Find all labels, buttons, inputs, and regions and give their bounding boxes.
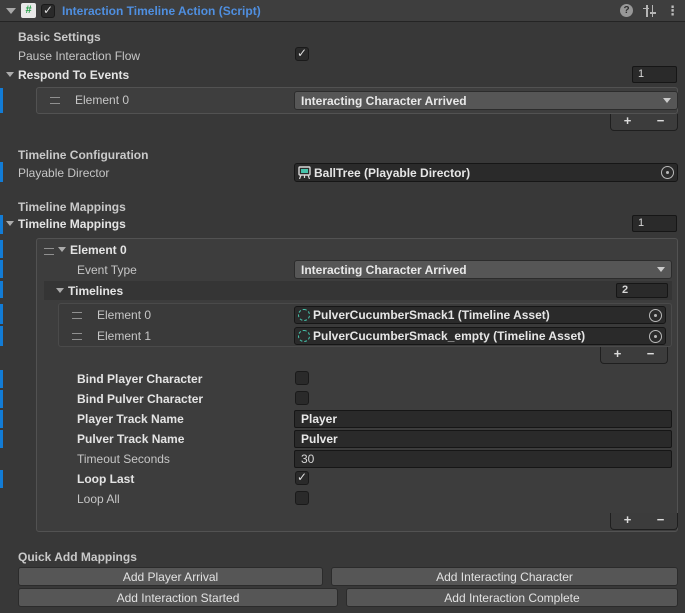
drag-handle-icon[interactable]: [44, 248, 54, 255]
event-type-label: Event Type: [77, 262, 137, 278]
respond-list-footer: + −: [610, 114, 678, 131]
override-indicator: [0, 430, 3, 448]
bind-pulver-character-checkbox[interactable]: [295, 391, 309, 405]
timelines-foldout-icon[interactable]: [56, 288, 64, 293]
loop-last-checkbox[interactable]: [295, 471, 309, 485]
respond-to-events-foldout-icon[interactable]: [6, 72, 14, 77]
respond-to-events-count-field[interactable]: 1: [632, 66, 677, 83]
add-element-button[interactable]: +: [611, 114, 644, 130]
add-mapping-button[interactable]: +: [611, 513, 644, 529]
timeline-asset-icon: [298, 330, 310, 342]
playable-director-value: BallTree (Playable Director): [314, 166, 470, 180]
timeline-element-label: Element 0: [97, 307, 151, 323]
timelines-title: Timelines: [68, 283, 123, 299]
respond-element-dropdown[interactable]: Interacting Character Arrived: [294, 91, 678, 110]
timeline-mappings-title: Timeline Mappings: [18, 216, 126, 232]
add-interacting-character-button[interactable]: Add Interacting Character: [331, 567, 678, 586]
unity-inspector-panel: # Interaction Timeline Action (Script) ?…: [0, 0, 685, 613]
help-icon[interactable]: ?: [620, 4, 633, 17]
playable-director-label: Playable Director: [18, 165, 109, 181]
respond-element-label: Element 0: [75, 92, 129, 108]
timeline-asset-icon: [298, 309, 310, 321]
override-indicator: [0, 304, 3, 324]
more-options-icon[interactable]: ⋮: [666, 3, 679, 19]
playable-director-icon: [298, 166, 311, 179]
presets-icon[interactable]: [643, 5, 656, 17]
timelines-count-field[interactable]: 2: [616, 283, 668, 298]
player-track-name-label: Player Track Name: [77, 411, 184, 427]
timeline-mappings-count-field[interactable]: 1: [632, 215, 677, 232]
drag-handle-icon[interactable]: [72, 312, 82, 319]
override-indicator: [0, 260, 3, 278]
override-indicator: [0, 240, 3, 258]
respond-element-dropdown-value: Interacting Character Arrived: [301, 94, 467, 108]
loop-all-checkbox[interactable]: [295, 491, 309, 505]
remove-mapping-button[interactable]: −: [644, 513, 677, 529]
csharp-script-icon: #: [21, 3, 36, 18]
event-type-dropdown-value: Interacting Character Arrived: [301, 263, 467, 277]
override-indicator: [0, 470, 3, 488]
override-indicator: [0, 410, 3, 428]
object-picker-icon[interactable]: [661, 166, 674, 179]
timeout-seconds-label: Timeout Seconds: [77, 451, 170, 467]
component-header: # Interaction Timeline Action (Script) ?…: [0, 0, 685, 22]
timeline-element-label: Element 1: [97, 328, 151, 344]
pause-interaction-flow-label: Pause Interaction Flow: [18, 48, 140, 64]
timeline-asset-value: PulverCucumberSmack1 (Timeline Asset): [313, 308, 550, 322]
override-indicator: [0, 390, 3, 408]
add-interaction-started-button[interactable]: Add Interaction Started: [18, 588, 338, 607]
timeline-mappings-list-footer: + −: [610, 513, 678, 530]
component-title: Interaction Timeline Action (Script): [62, 4, 261, 18]
timeline-mappings-foldout-icon[interactable]: [6, 221, 14, 226]
pause-interaction-flow-checkbox[interactable]: [295, 47, 309, 61]
override-indicator: [0, 88, 3, 113]
timeline-asset-field[interactable]: PulverCucumberSmack_empty (Timeline Asse…: [294, 327, 666, 345]
object-picker-icon[interactable]: [649, 330, 662, 343]
add-player-arrival-button[interactable]: Add Player Arrival: [18, 567, 323, 586]
drag-handle-icon[interactable]: [50, 97, 60, 104]
timeout-seconds-field[interactable]: 30: [294, 450, 672, 468]
basic-settings-section-label: Basic Settings: [18, 29, 101, 45]
add-timeline-button[interactable]: +: [601, 347, 634, 363]
timeline-asset-field[interactable]: PulverCucumberSmack1 (Timeline Asset): [294, 306, 666, 324]
add-interaction-complete-button[interactable]: Add Interaction Complete: [346, 588, 678, 607]
remove-timeline-button[interactable]: −: [634, 347, 667, 363]
timelines-list-footer: + −: [600, 347, 668, 364]
override-indicator: [0, 162, 3, 182]
pulver-track-name-field[interactable]: Pulver: [294, 430, 672, 448]
remove-element-button[interactable]: −: [644, 114, 677, 130]
quick-add-mappings-section-label: Quick Add Mappings: [18, 549, 137, 565]
mapping-element-foldout-icon[interactable]: [58, 247, 66, 252]
bind-pulver-character-label: Bind Pulver Character: [77, 391, 203, 407]
bind-player-character-label: Bind Player Character: [77, 371, 202, 387]
drag-handle-icon[interactable]: [72, 333, 82, 340]
playable-director-object-field[interactable]: BallTree (Playable Director): [294, 163, 678, 182]
loop-all-label: Loop All: [77, 491, 120, 507]
event-type-dropdown[interactable]: Interacting Character Arrived: [294, 260, 672, 279]
mapping-element-label: Element 0: [70, 242, 127, 258]
object-picker-icon[interactable]: [649, 309, 662, 322]
override-indicator: [0, 326, 3, 346]
timeline-asset-value: PulverCucumberSmack_empty (Timeline Asse…: [313, 329, 585, 343]
timeline-configuration-section-label: Timeline Configuration: [18, 147, 148, 163]
component-enabled-checkbox[interactable]: [41, 4, 55, 18]
override-indicator: [0, 215, 3, 234]
respond-to-events-title: Respond To Events: [18, 67, 129, 83]
component-foldout-icon[interactable]: [6, 8, 16, 14]
timeline-mappings-section-label: Timeline Mappings: [18, 199, 126, 215]
pulver-track-name-label: Pulver Track Name: [77, 431, 184, 447]
override-indicator: [0, 281, 3, 298]
loop-last-label: Loop Last: [77, 471, 134, 487]
player-track-name-field[interactable]: Player: [294, 410, 672, 428]
bind-player-character-checkbox[interactable]: [295, 371, 309, 385]
override-indicator: [0, 370, 3, 388]
timelines-header-band: [44, 281, 672, 300]
